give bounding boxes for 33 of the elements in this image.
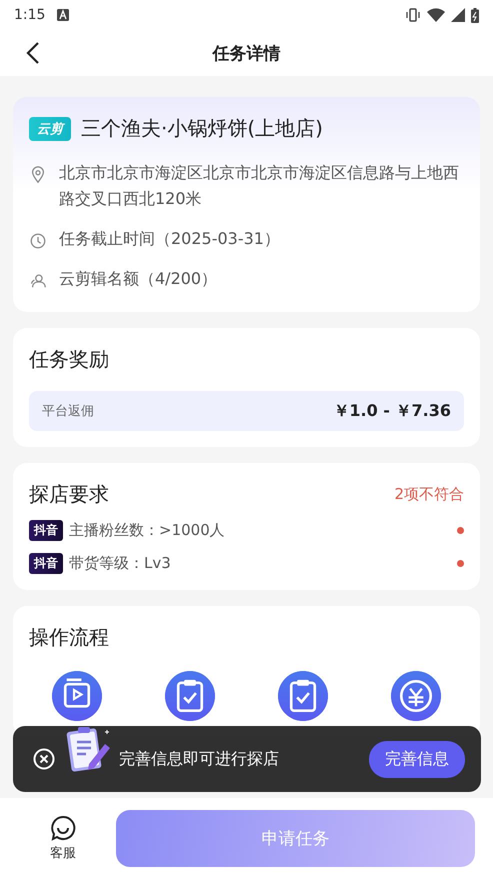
notification-icon: [57, 9, 70, 21]
customer-service-button[interactable]: 客服: [50, 814, 76, 862]
step-icon: [391, 671, 441, 721]
vibrate-icon: [405, 8, 421, 22]
page-title: 任务详情: [212, 42, 280, 64]
wifi-icon: [427, 8, 445, 22]
info-text: 北京市北京市海淀区北京市北京市海淀区信息路与上地西路交叉口西北120米: [59, 162, 460, 210]
platform-tag: 云剪: [29, 116, 71, 140]
people-icon: [29, 272, 47, 290]
step-icon: [165, 671, 215, 721]
section-title: 探店要求: [29, 481, 109, 508]
platform-tag: 抖音: [29, 520, 63, 541]
reward-amount: ￥1.0 - ￥7.36: [333, 400, 451, 422]
battery-icon: [471, 8, 479, 22]
reward-label: 平台返佣: [42, 403, 94, 420]
info-text: 云剪辑名额（4/200）: [59, 268, 218, 290]
location-pin-icon: [29, 166, 47, 184]
store-name: 三个渔夫·小锅烀饼(上地店): [81, 115, 323, 142]
status-time: 1:15: [14, 7, 46, 23]
requirement-text: 主播粉丝数：>1000人: [69, 521, 226, 540]
requirement-text: 带货等级：Lv3: [69, 554, 172, 573]
close-icon[interactable]: [33, 748, 55, 770]
step-icon: [52, 671, 102, 721]
step-icon: [278, 671, 328, 721]
section-title: 操作流程: [29, 624, 110, 651]
clock-icon: [29, 232, 47, 250]
info-text: 任务截止时间（2025-03-31）: [59, 228, 280, 250]
toast-message: 完善信息即可进行探店: [119, 748, 280, 770]
section-title: 任务奖励: [29, 346, 110, 373]
signal-icon: [451, 8, 465, 22]
complete-info-button[interactable]: 完善信息: [369, 740, 465, 778]
unmet-summary: 2项不符合: [394, 485, 464, 504]
platform-tag: 抖音: [29, 553, 63, 574]
